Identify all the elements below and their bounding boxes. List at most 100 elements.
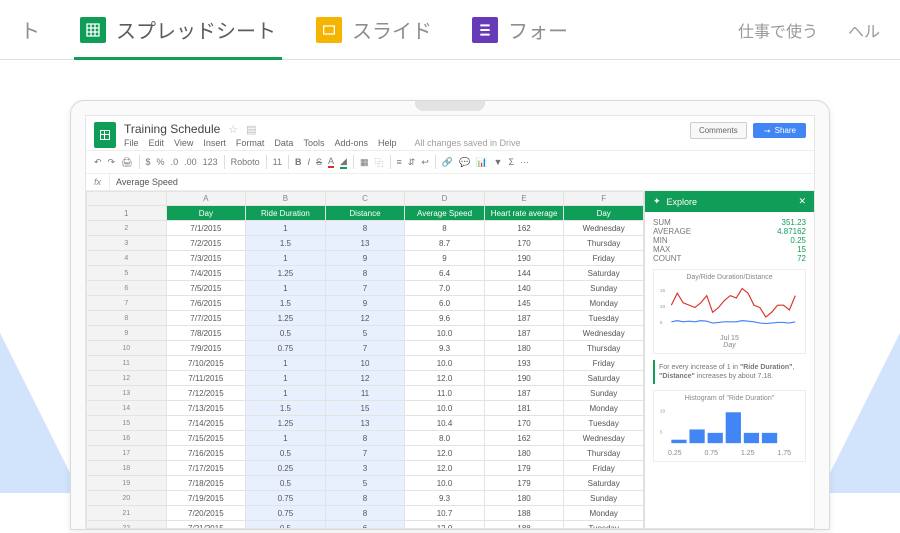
table-row[interactable]: 97/8/20150.5510.0187Wednesday [87,326,644,341]
table-row[interactable]: 127/11/201511212.0190Saturday [87,371,644,386]
close-icon[interactable]: ✕ [798,196,806,207]
forms-icon [472,17,498,43]
print-button[interactable]: 🖨 [121,157,132,168]
table-row[interactable]: 137/12/201511111.0187Sunday [87,386,644,401]
halign-button[interactable]: ≡ [397,157,402,167]
bold-button[interactable]: B [295,157,302,167]
font-size-select[interactable]: 11 [273,157,282,167]
table-row[interactable]: 77/6/20151.596.0145Monday [87,296,644,311]
product-tabs: ト スプレッドシート スライド フォー 仕事で使う ヘル [0,0,900,60]
chart-xlabel: Jul 15Day [658,335,801,349]
menu-file[interactable]: File [124,138,139,148]
link-help[interactable]: ヘル [848,18,880,42]
table-row[interactable]: 57/4/20151.2586.4144Saturday [87,266,644,281]
explore-panel: ✦ Explore ✕ SUM351.23AVERAGE4.87162MIN0.… [644,191,814,528]
decorative-shape [0,333,80,493]
table-row[interactable]: 147/13/20151.51510.0181Monday [87,401,644,416]
stat-row: SUM351.23 [653,218,806,227]
tab-label: フォー [508,15,568,44]
table-row[interactable]: 217/20/20150.75810.7188Monday [87,506,644,521]
table-row[interactable]: 157/14/20151.251310.4170Tuesday [87,416,644,431]
link-business[interactable]: 仕事で使う [738,18,818,42]
currency-button[interactable]: $ [146,157,151,167]
functions-button[interactable]: Σ [508,157,514,167]
link-button[interactable]: 🔗 [442,157,453,168]
table-row[interactable]: 37/2/20151.5138.7170Thursday [87,236,644,251]
table-row[interactable]: 27/1/2015188162Wednesday [87,221,644,236]
svg-text:10: 10 [660,409,666,415]
tab-slides[interactable]: スライド [316,0,432,59]
svg-text:5: 5 [660,430,663,436]
svg-text:5: 5 [660,320,663,326]
comment-button[interactable]: 💬 [459,157,470,168]
chart-button[interactable]: 📊 [476,157,487,168]
table-row[interactable]: 207/19/20150.7589.3180Sunday [87,491,644,506]
folder-icon[interactable]: ▤ [246,123,256,136]
percent-button[interactable]: % [157,157,165,167]
fill-color-button[interactable]: ◢ [340,156,347,169]
font-select[interactable]: Roboto [231,157,260,167]
table-row[interactable]: 107/9/20150.7579.3180Thursday [87,341,644,356]
share-button[interactable]: Share [753,123,806,138]
table-row[interactable]: 117/10/201511010.0193Friday [87,356,644,371]
document-title[interactable]: Training Schedule [124,122,220,136]
formula-bar: fx Average Speed [86,174,814,191]
strike-button[interactable]: S [316,157,322,167]
table-row[interactable]: 47/3/2015199190Friday [87,251,644,266]
menu-insert[interactable]: Insert [203,138,226,148]
italic-button[interactable]: I [308,157,311,167]
menu-edit[interactable]: Edit [149,138,165,148]
dec-decrease-button[interactable]: .0 [171,157,179,167]
format-number-button[interactable]: 123 [203,157,218,167]
explore-line-chart[interactable]: Day/Ride Duration/Distance 15 10 5 Jul 1… [653,269,806,354]
text-color-button[interactable]: A [328,156,334,168]
menu-help[interactable]: Help [378,138,397,148]
borders-button[interactable]: ▦ [360,157,369,168]
table-row[interactable]: 227/21/20150.5612.0188Tuesday [87,521,644,529]
table-row[interactable]: 167/15/2015188.0162Wednesday [87,431,644,446]
table-row[interactable]: 197/18/20150.5510.0179Saturday [87,476,644,491]
menu-add-ons[interactable]: Add-ons [334,138,368,148]
chart-xticks: 0.250.751.251.75 [658,450,801,457]
histogram-svg: 10 5 [658,404,801,448]
table-row[interactable]: 187/17/20150.25312.0179Friday [87,461,644,476]
table-row[interactable]: 87/7/20151.25129.6187Tuesday [87,311,644,326]
menu-format[interactable]: Format [236,138,265,148]
chart-title: Day/Ride Duration/Distance [658,274,801,281]
table-row[interactable]: 67/5/2015177.0140Sunday [87,281,644,296]
dec-increase-button[interactable]: .00 [184,157,197,167]
more-button[interactable]: ⋯ [520,157,529,168]
merge-button[interactable]: ⿻ [374,156,383,169]
formula-input[interactable]: Average Speed [110,174,184,190]
laptop-notch [415,101,485,111]
menu-data[interactable]: Data [274,138,293,148]
svg-text:10: 10 [660,304,666,310]
sheets-logo-icon[interactable] [94,122,116,148]
star-icon[interactable]: ☆ [228,123,238,136]
undo-button[interactable]: ↶ [94,157,102,168]
explore-title: Explore [667,197,698,207]
chart-title: Histogram of "Ride Duration" [658,395,801,402]
summary-stats: SUM351.23AVERAGE4.87162MIN0.25MAX15COUNT… [653,218,806,263]
stat-row: COUNT72 [653,254,806,263]
explore-header: ✦ Explore ✕ [645,191,814,212]
valign-button[interactable]: ⇵ [408,157,416,168]
tab-sheets[interactable]: スプレッドシート [80,0,276,59]
spreadsheet-grid[interactable]: ABCDEF1DayRide DurationDistanceAverage S… [86,191,644,528]
filter-button[interactable]: ▼ [494,157,503,167]
tab-forms[interactable]: フォー [472,0,568,59]
explore-insight: For every increase of 1 in "Ride Duratio… [653,360,806,384]
tab-label: スライド [352,15,432,44]
toolbar: ↶ ↷ 🖨 $ % .0 .00 123 Roboto 11 B I S A ◢ [86,150,814,174]
menu-view[interactable]: View [174,138,193,148]
explore-histogram[interactable]: Histogram of "Ride Duration" 10 5 0.250.… [653,390,806,462]
menu-tools[interactable]: Tools [303,138,324,148]
redo-button[interactable]: ↷ [108,157,116,168]
table-row[interactable]: 177/16/20150.5712.0180Thursday [87,446,644,461]
line-chart-svg: 15 10 5 [658,283,801,333]
stat-row: MIN0.25 [653,236,806,245]
comments-button[interactable]: Comments [690,122,747,139]
document-header: Training Schedule ☆ ▤ File Edit View Insert… [86,116,814,150]
wrap-button[interactable]: ↩ [421,157,429,168]
save-status: All changes saved in Drive [415,138,521,148]
